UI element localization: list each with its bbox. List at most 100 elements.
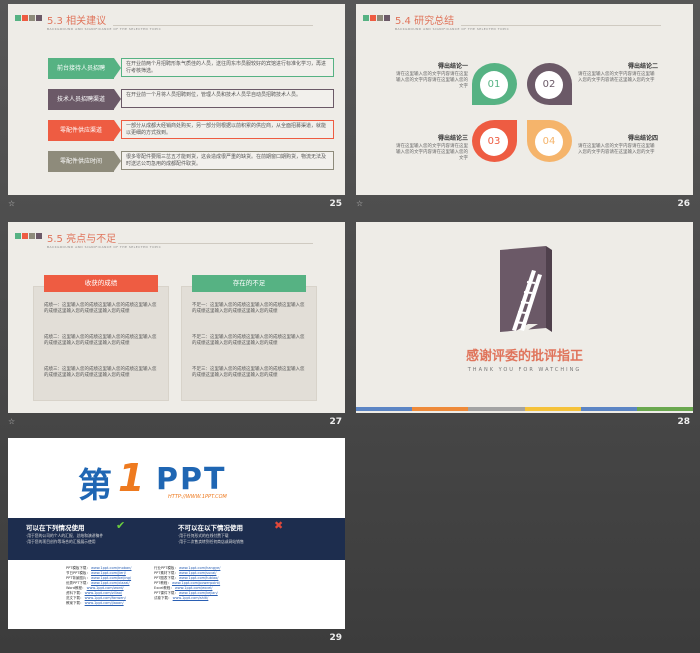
- arrow-icon: [114, 58, 121, 78]
- deco-square: [377, 15, 383, 21]
- slide-number: 27: [329, 417, 342, 427]
- link[interactable]: www.1ppt.com/shiti/: [173, 596, 209, 600]
- logo-di: 第: [78, 466, 112, 506]
- slide-canvas: 5.4 研究总结 BACKGROUND AND SIGNIFICANCE OF …: [356, 4, 693, 195]
- links-left: PPT模板下载： www.1ppt.com/moban/ 节日PPT模板： ww…: [66, 566, 132, 606]
- color-bar: [356, 407, 693, 411]
- slide-footer: 29: [8, 631, 345, 647]
- deco-square: [36, 15, 42, 21]
- cannot-use-list: ·用于任何形式的在线付费下载 ·用于二次售卖转到任何商店或网站销售: [178, 533, 244, 545]
- suggestion-row: 零配件供应渠道 一部分从成都大经销商处购买，另一部分则根据以前积累的供应商，从全…: [48, 120, 336, 141]
- link[interactable]: www.1ppt.com/powerpoint/: [172, 581, 220, 585]
- link[interactable]: www.1ppt.com/sucai/: [179, 571, 216, 575]
- arrow-icon: [114, 151, 121, 171]
- deco-square: [370, 15, 376, 21]
- suggestion-row: 前台接待人员招聘 在开业前两个月招聘形象气质佳的人员，送往周东市员服较好的宾馆进…: [48, 58, 336, 79]
- logo-url: HTTP://WWW.1PPT.COM: [168, 494, 227, 500]
- conclusion-block: 得出结论三 请在这里输入您的文字内容请在这里输入您的文字内容请在这里输入您的文字: [392, 136, 468, 162]
- link[interactable]: www.1ppt.com/kejian/: [179, 591, 218, 595]
- transition-star-icon[interactable]: ☆: [8, 199, 15, 208]
- slide-subtitle: BACKGROUND AND SIGNIFICANCE OF THE SELEC…: [47, 27, 162, 31]
- slide-canvas: 5.3 相关建议 BACKGROUND AND SIGNIFICANCE OF …: [8, 4, 345, 195]
- conclusion-head: 得出结论四: [627, 135, 658, 142]
- row-text: 在开业前一个月将人员招聘到位，管理人员和技术人员早自动员招聘技术人员。: [121, 89, 334, 108]
- conclusion-text: 请在这里输入您的文字内容请在这里输入您的文字内容请在这里输入您的文字: [578, 72, 655, 83]
- petal-number: 02: [535, 71, 563, 99]
- conclusion-head: 得出结论三: [437, 135, 468, 142]
- slide-number: 28: [677, 417, 690, 427]
- petal-number: 01: [480, 71, 508, 99]
- check-icon: ✔: [116, 519, 126, 532]
- link[interactable]: www.1ppt.com/jieri/: [91, 571, 126, 575]
- link[interactable]: www.1ppt.com/word/: [87, 586, 124, 590]
- thanks-subtitle: THANK YOU FOR WATCHING: [467, 367, 582, 373]
- suggestion-row: 技术人员招聘渠道 在开业前一个月将人员招聘到位，管理人员和技术人员早自动员招聘技…: [48, 89, 336, 110]
- conclusion-text: 请在这里输入您的文字内容请在这里输入您的文字内容请在这里输入您的文字: [396, 144, 468, 161]
- row-label: 前台接待人员招聘: [48, 58, 114, 79]
- link[interactable]: www.1ppt.com/moban/: [91, 566, 132, 570]
- card-text: 成绩三：这里输入您的成绩这里输入您的成绩这里输入您的成绩这里输入您的成绩这里输入…: [44, 367, 157, 378]
- deco-square: [29, 233, 35, 239]
- link[interactable]: www.1ppt.com/xiazai/: [91, 581, 130, 585]
- row-text: 在开业前两个月招聘形象气质佳的人员，送往周东市员服较好的宾馆进行标准化学习，再进…: [121, 58, 334, 77]
- deco-square: [15, 15, 21, 21]
- conclusion-block: 得出结论二 请在这里输入您的文字内容请在这里输入您的文字内容请在这里输入您的文字: [578, 64, 658, 84]
- conclusion-text: 请在这里输入您的文字内容请在这里输入您的文字内容请在这里输入您的文字: [396, 72, 468, 89]
- slide-title: 5.3 相关建议: [47, 16, 107, 27]
- slide-number: 29: [329, 633, 342, 643]
- title-rule: [113, 25, 313, 26]
- conclusion-head: 得出结论二: [627, 63, 658, 70]
- conclusion-block: 得出结论一 请在这里输入您的文字内容请在这里输入您的文字内容请在这里输入您的文字: [392, 64, 468, 90]
- link[interactable]: www.1ppt.com/tubiao/: [179, 576, 218, 580]
- shortcoming-card: 存在的不足 不足一：这里输入您的成绩这里输入您的成绩这里输入您的成绩这里输入您的…: [181, 275, 317, 401]
- link[interactable]: www.1ppt.com/jiaoan/: [85, 601, 124, 605]
- transition-star-icon[interactable]: ☆: [8, 417, 15, 426]
- petal-number: 04: [535, 128, 563, 156]
- logo-one: 1: [118, 456, 145, 500]
- card-ribbon: 存在的不足: [192, 275, 306, 292]
- slide-footer: ☆ 25: [8, 197, 345, 213]
- slide-canvas: 感谢评委的批评指正 THANK YOU FOR WATCHING: [356, 222, 693, 413]
- links-right: 行业PPT模板： www.1ppt.com/hangye/ PPT素材下载： w…: [154, 566, 220, 601]
- petal: 03: [472, 120, 517, 162]
- can-use-list: ·用于您的公司的个人的汇报、总结和演讲稿件 ·用于您的项目创作等场合的汇报展示使…: [26, 533, 103, 545]
- logo-ppt: PPT: [156, 462, 227, 497]
- slide-canvas: 5.5 亮点与不足 BACKGROUND AND SIGNIFICANCE OF…: [8, 222, 345, 413]
- link[interactable]: www.1ppt.com/ziliao/: [85, 591, 122, 595]
- row-label: 技术人员招聘渠道: [48, 89, 114, 110]
- row-label: 零配件供应时间: [48, 151, 114, 172]
- can-use-item: ·用于您的项目创作等场合的汇报展示使用: [26, 539, 96, 544]
- card-text: 成绩二：这里输入您的成绩这里输入您的成绩这里输入您的成绩这里输入您的成绩这里输入…: [44, 335, 157, 346]
- slide-footer: ☆ 27: [8, 415, 345, 431]
- petal-number: 03: [480, 128, 508, 156]
- link[interactable]: www.1ppt.com/fanwen/: [85, 596, 126, 600]
- slide-canvas: 第 1 PPT HTTP://WWW.1PPT.COM 可以在下列情况使用 ✔ …: [8, 438, 345, 629]
- deco-square: [363, 15, 369, 21]
- arrow-icon: [114, 120, 121, 140]
- deco-square: [15, 233, 21, 239]
- link[interactable]: www.1ppt.com/hangye/: [179, 566, 220, 570]
- deco-square: [384, 15, 390, 21]
- cannot-use-title: 不可以在以下情况使用: [178, 524, 243, 532]
- row-label: 零配件供应渠道: [48, 120, 114, 141]
- usage-banner: 可以在下列情况使用 ✔ ·用于您的公司的个人的汇报、总结和演讲稿件 ·用于您的项…: [8, 518, 345, 560]
- row-text: 很多零配件要隔三岔五才能到货，这会造成很严重的缺货。在前期窗口期购货，物流无法及…: [121, 151, 334, 170]
- link[interactable]: www.1ppt.com/excel/: [175, 586, 213, 590]
- thanks-title: 感谢评委的批评指正: [465, 349, 583, 364]
- deco-square: [22, 15, 28, 21]
- card-ribbon: 收获的成绩: [44, 275, 158, 292]
- deco-square: [22, 233, 28, 239]
- arrow-icon: [114, 89, 121, 109]
- card-text: 不足一：这里输入您的成绩这里输入您的成绩这里输入您的成绩这里输入您的成绩这里输入…: [192, 303, 305, 314]
- conclusion-head: 得出结论一: [437, 63, 468, 70]
- petal: 01: [472, 63, 517, 105]
- title-rule: [118, 243, 313, 244]
- cannot-use-item: ·用于二次售卖转到任何商店或网站销售: [178, 539, 244, 544]
- petal: 02: [527, 63, 572, 105]
- book-ladder-icon: [500, 246, 552, 332]
- transition-star-icon[interactable]: ☆: [356, 199, 363, 208]
- slide-number: 25: [329, 199, 342, 209]
- row-text: 一部分从成都大经销商处购买，另一部分则根据以前积累的供应商，从全面招募渠道，就能…: [121, 120, 334, 139]
- slide-number: 26: [677, 199, 690, 209]
- link[interactable]: www.1ppt.com/beijing/: [91, 576, 131, 580]
